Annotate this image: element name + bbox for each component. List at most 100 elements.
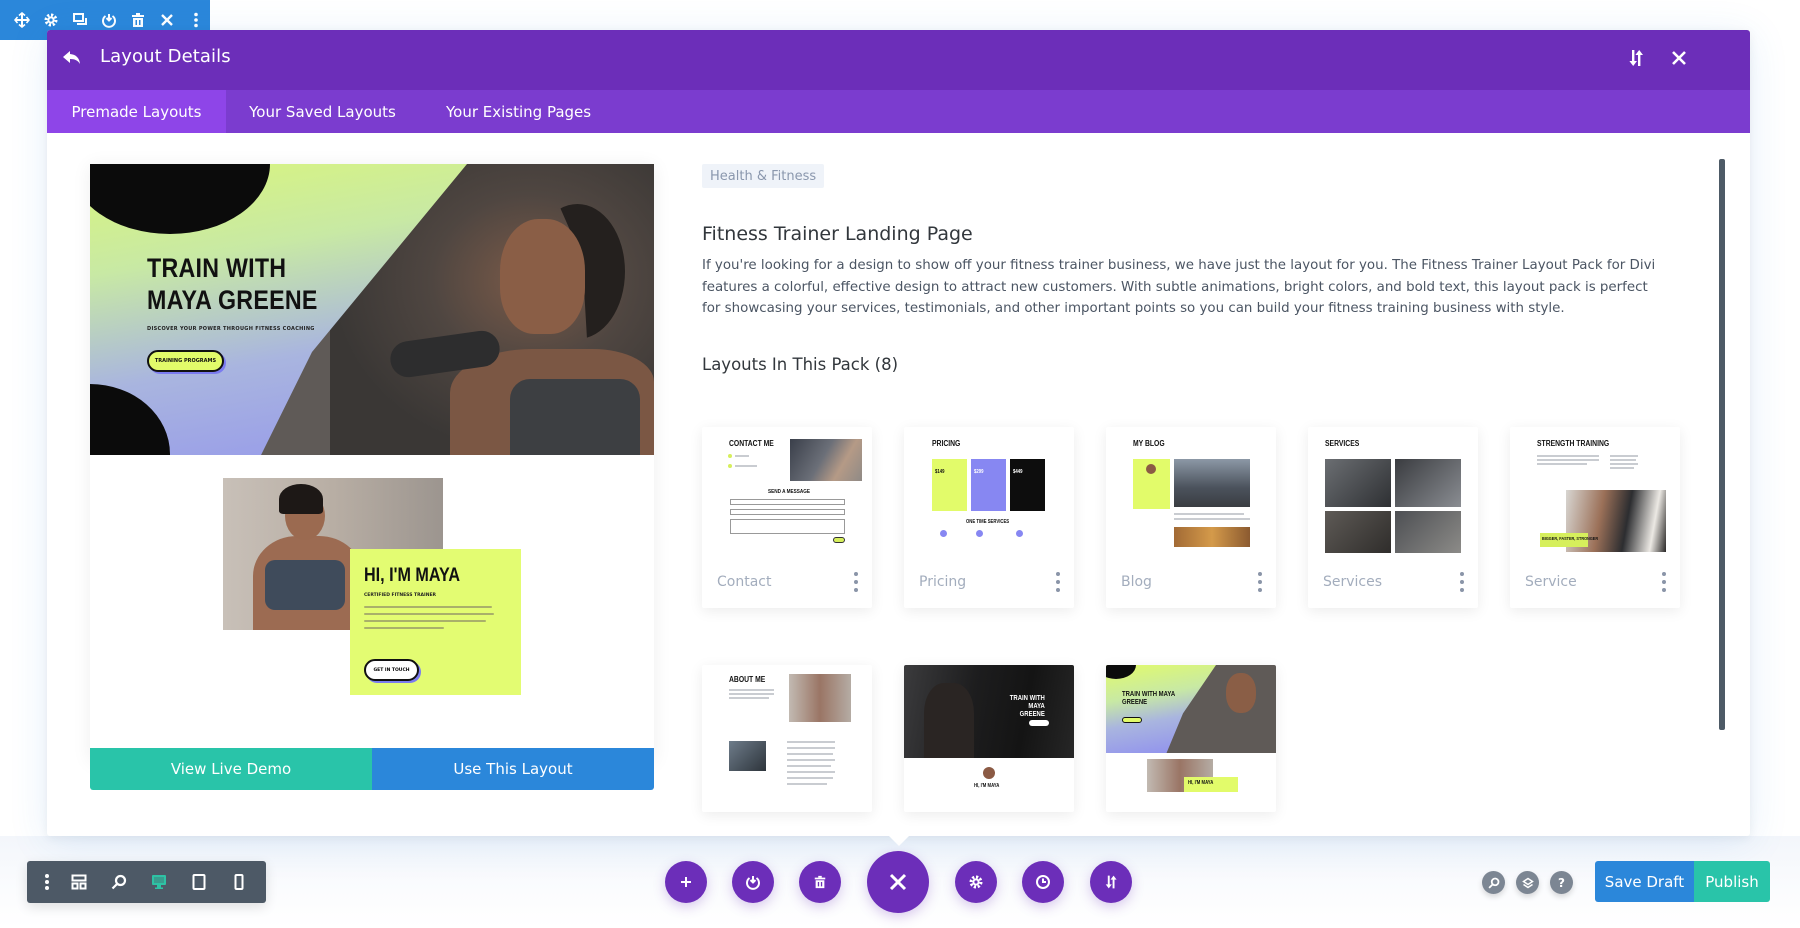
sort-icon xyxy=(1103,873,1119,891)
lorem-line xyxy=(364,613,494,615)
layout-thumbnail: MY BLOG xyxy=(1106,427,1276,557)
view-live-demo-button[interactable]: View Live Demo xyxy=(90,748,372,790)
price-2: $299 xyxy=(974,469,984,475)
lorem-line xyxy=(364,627,444,629)
move-icon[interactable] xyxy=(10,7,33,33)
thumb-title: PRICING xyxy=(932,439,961,448)
tab-existing-pages[interactable]: Your Existing Pages xyxy=(419,90,591,133)
close-icon[interactable] xyxy=(1669,48,1693,72)
about-card: HI, I'M MAYA CERTIFIED FITNESS TRAINER G… xyxy=(350,549,521,695)
layout-thumbnail: ABOUT ME xyxy=(702,665,872,812)
desktop-icon[interactable] xyxy=(139,861,179,903)
use-this-layout-button[interactable]: Use This Layout xyxy=(372,748,654,790)
tab-saved-layouts[interactable]: Your Saved Layouts xyxy=(226,90,419,133)
layout-thumbnail: SERVICES xyxy=(1308,427,1478,557)
search-button[interactable] xyxy=(1482,871,1505,894)
thumb-title: ABOUT ME xyxy=(729,675,766,684)
clear-layout-button[interactable] xyxy=(799,861,841,903)
preview-hero-image: TRAIN WITH MAYA GREENE DISCOVER YOUR POW… xyxy=(90,164,654,455)
help-button[interactable]: ? xyxy=(1550,871,1573,894)
thumb-title: TRAIN WITH MAYA GREENE xyxy=(1122,691,1175,706)
modal-pointer-arrow xyxy=(889,836,909,846)
lorem-line xyxy=(364,606,492,608)
gear-icon xyxy=(968,874,984,890)
close-icon xyxy=(888,872,908,892)
view-mode-bar xyxy=(27,861,266,903)
layout-card-label: Blog xyxy=(1121,574,1152,590)
kebab-icon[interactable] xyxy=(1458,572,1466,592)
layout-card-label: Services xyxy=(1323,574,1383,590)
price-1: $149 xyxy=(935,469,945,475)
add-icon xyxy=(680,876,692,888)
back-icon[interactable] xyxy=(61,47,87,73)
history-button[interactable] xyxy=(1022,861,1064,903)
layout-card-label: Contact xyxy=(717,574,772,590)
thumb-subtitle: HI, I'M MAYA xyxy=(1188,780,1214,786)
layout-card-home-bright[interactable]: TRAIN WITH MAYA GREENE HI, I'M MAYA xyxy=(1106,665,1276,812)
thumb-subtitle: ONE TIME SERVICES xyxy=(966,519,1010,525)
save-draft-button[interactable]: Save Draft xyxy=(1595,861,1694,902)
zoom-icon[interactable] xyxy=(99,861,139,903)
hero-title: TRAIN WITH MAYA GREENE xyxy=(147,253,318,315)
thumb-title: CONTACT ME xyxy=(729,439,774,448)
layout-card-blog[interactable]: MY BLOG Blog xyxy=(1106,427,1276,608)
layout-card-pricing[interactable]: PRICING $149 $299 $449 ONE TIME SERVICES… xyxy=(904,427,1074,608)
wireframe-icon[interactable] xyxy=(59,861,99,903)
history-icon xyxy=(1035,874,1051,890)
about-subtitle: CERTIFIED FITNESS TRAINER xyxy=(364,593,437,598)
search-icon xyxy=(1487,877,1500,889)
about-cta: GET IN TOUCH xyxy=(364,659,419,681)
help-icon: ? xyxy=(1558,875,1565,890)
sort-button[interactable] xyxy=(1090,861,1132,903)
trash-icon xyxy=(813,875,827,889)
layout-thumbnail: PRICING $149 $299 $449 ONE TIME SERVICES xyxy=(904,427,1074,557)
modal-title: Layout Details xyxy=(100,46,231,67)
layout-thumbnail: TRAIN WITH MAYA GREENE HI, I'M MAYA xyxy=(904,665,1074,812)
layout-card-label: Service xyxy=(1525,574,1577,590)
thumb-subtitle: BIGGER, FASTER, STRONGER xyxy=(1542,536,1599,541)
kebab-icon[interactable] xyxy=(852,572,860,592)
hero-subtitle: DISCOVER YOUR POWER THROUGH FITNESS COAC… xyxy=(147,326,315,332)
layout-card-contact[interactable]: CONTACT ME SEND A MESSAGE Contact xyxy=(702,427,872,608)
category-badge[interactable]: Health & Fitness xyxy=(702,164,825,188)
layout-details-modal: Layout Details Premade Layouts Your Save… xyxy=(47,30,1750,836)
phone-icon[interactable] xyxy=(219,861,259,903)
close-builder-button[interactable] xyxy=(867,851,929,913)
page-settings-button[interactable] xyxy=(955,861,997,903)
thumb-title: MY BLOG xyxy=(1133,439,1165,448)
publish-button[interactable]: Publish xyxy=(1694,861,1770,902)
layout-card-about[interactable]: ABOUT ME xyxy=(702,665,872,812)
layout-card-home-dark[interactable]: TRAIN WITH MAYA GREENE HI, I'M MAYA xyxy=(904,665,1074,812)
content-scrollbar[interactable] xyxy=(1719,159,1725,730)
pack-title: Fitness Trainer Landing Page xyxy=(702,223,973,245)
kebab-icon[interactable] xyxy=(35,861,59,903)
pack-description: If you're looking for a design to show o… xyxy=(702,258,1656,316)
layout-card-service[interactable]: STRENGTH TRAINING BIGGER, FASTER, STRONG… xyxy=(1510,427,1680,608)
kebab-icon[interactable] xyxy=(1054,572,1062,592)
portability-button[interactable] xyxy=(732,861,774,903)
add-button[interactable] xyxy=(665,861,707,903)
modal-tabs: Premade Layouts Your Saved Layouts Your … xyxy=(47,90,1750,133)
layout-preview: TRAIN WITH MAYA GREENE DISCOVER YOUR POW… xyxy=(90,164,654,790)
hero-cta: TRAINING PROGRAMS xyxy=(147,350,224,372)
layers-button[interactable] xyxy=(1516,871,1539,894)
layout-card-services[interactable]: SERVICES Services xyxy=(1308,427,1478,608)
thumb-title: TRAIN WITH MAYA GREENE xyxy=(1009,695,1045,718)
preview-actions: View Live Demo Use This Layout xyxy=(90,748,654,790)
lorem-line xyxy=(364,620,486,622)
layout-card-label: Pricing xyxy=(919,574,967,590)
layout-thumbnail: TRAIN WITH MAYA GREENE HI, I'M MAYA xyxy=(1106,665,1276,812)
thumb-subtitle: SEND A MESSAGE xyxy=(768,489,810,495)
thumb-title: SERVICES xyxy=(1325,439,1360,448)
price-3: $449 xyxy=(1013,469,1023,475)
layout-thumbnail: CONTACT ME SEND A MESSAGE xyxy=(702,427,872,557)
tablet-icon[interactable] xyxy=(179,861,219,903)
layout-thumbnail: STRENGTH TRAINING BIGGER, FASTER, STRONG… xyxy=(1510,427,1680,557)
sort-icon[interactable] xyxy=(1626,48,1650,72)
layers-icon xyxy=(1521,877,1534,889)
power-icon xyxy=(745,874,761,890)
kebab-icon[interactable] xyxy=(1660,572,1668,592)
thumb-subtitle: HI, I'M MAYA xyxy=(974,783,1000,789)
tab-premade-layouts[interactable]: Premade Layouts xyxy=(47,90,226,133)
kebab-icon[interactable] xyxy=(1256,572,1264,592)
